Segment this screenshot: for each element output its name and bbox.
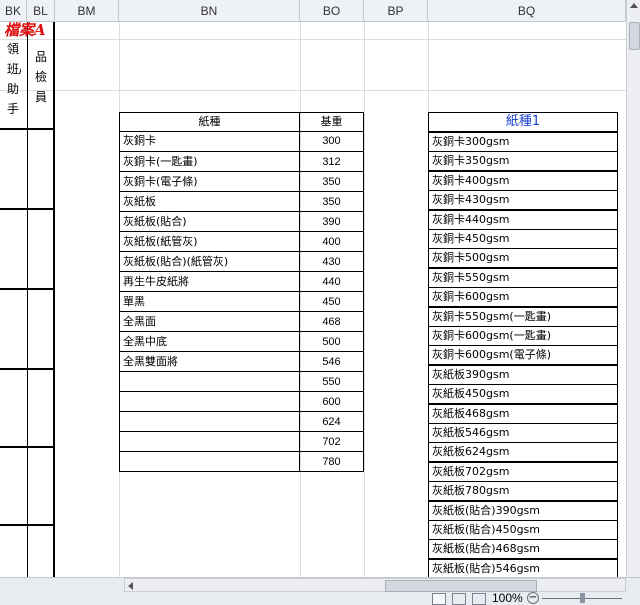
- status-bar: 100% −: [0, 577, 640, 605]
- horizontal-scrollbar[interactable]: [124, 578, 626, 592]
- table1-weight-cell: 430: [299, 251, 364, 272]
- table1-type-cell: [119, 391, 300, 412]
- table2-row: 灰銅卡350gsm: [428, 151, 618, 172]
- table1-weight-cell: 350: [299, 171, 364, 192]
- table1-header-type: 紙種: [119, 112, 300, 132]
- zoom-slider-thumb[interactable]: [580, 593, 585, 603]
- table2-row: 灰銅卡600gsm(一匙畫): [428, 326, 618, 346]
- table1-weight-cell: 468: [299, 311, 364, 332]
- table2-row: 灰銅卡400gsm: [428, 170, 618, 191]
- table1-weight-cell: 390: [299, 211, 364, 232]
- table1-weight-cell: 500: [299, 331, 364, 352]
- table1-weight-cell: 450: [299, 291, 364, 312]
- bk-merged-cell[interactable]: [0, 448, 28, 526]
- table2-row: 灰銅卡440gsm: [428, 209, 618, 230]
- table2-row: 灰銅卡600gsm: [428, 287, 618, 308]
- scroll-thumb[interactable]: [629, 22, 640, 50]
- bl-merged-cell[interactable]: [28, 290, 55, 370]
- bl-merged-cell[interactable]: [28, 130, 55, 210]
- table1-type-cell: [119, 431, 300, 452]
- bl-merged-cell[interactable]: [28, 526, 55, 577]
- table1-weight-cell: 300: [299, 131, 364, 152]
- table1-weight-cell: 702: [299, 431, 364, 452]
- table1-weight-cell: 624: [299, 411, 364, 432]
- table1-type-cell: 單黑: [119, 291, 300, 312]
- table2-row: 灰紙板450gsm: [428, 384, 618, 405]
- table2-row: 灰銅卡300gsm: [428, 132, 618, 152]
- bl-merged-cell[interactable]: [28, 448, 55, 526]
- table1-type-cell: 灰紙板(貼合)(紙管灰): [119, 251, 300, 272]
- bk-merged-cell[interactable]: [0, 130, 28, 210]
- table2-row: 灰銅卡600gsm(電子條): [428, 345, 618, 366]
- table1-type-cell: 灰銅卡(一匙畫): [119, 151, 300, 172]
- table1-weight-cell: 350: [299, 191, 364, 212]
- table2-row: 灰紙板624gsm: [428, 442, 618, 463]
- stamp-label: 檔案A: [4, 22, 46, 39]
- bl-merged-cell[interactable]: [28, 370, 55, 448]
- scroll-left-icon[interactable]: [128, 582, 133, 590]
- table2-row: 灰紙板(貼合)390gsm: [428, 500, 618, 521]
- bk-merged-cell[interactable]: [0, 370, 28, 448]
- table1-type-cell: 灰銅卡: [119, 131, 300, 152]
- col-header-bo[interactable]: BO: [300, 0, 364, 22]
- table2-header: 紙種1: [428, 112, 618, 132]
- bk-header: 領班/助手: [7, 42, 21, 116]
- vertical-scrollbar[interactable]: [626, 0, 640, 577]
- table1-type-cell: 全黑面: [119, 311, 300, 332]
- bk-merged-cell[interactable]: [0, 290, 28, 370]
- table1-type-cell: [119, 451, 300, 472]
- table2-row: 灰紙板546gsm: [428, 423, 618, 443]
- col-header-bp[interactable]: BP: [364, 0, 428, 22]
- table2-row: 灰銅卡500gsm: [428, 248, 618, 269]
- table1-header-weight: 基重: [299, 112, 364, 132]
- page-break-icon[interactable]: [472, 593, 486, 605]
- table2-row: 灰銅卡450gsm: [428, 229, 618, 249]
- table1-type-cell: 灰銅卡(電子條): [119, 171, 300, 192]
- sheet-grid[interactable]: 檔案A 領班/助手 品檢員 紙種 基重 灰銅卡300灰銅卡(一匙畫)312灰銅卡…: [0, 22, 626, 577]
- page-layout-icon[interactable]: [452, 593, 466, 605]
- table1-type-cell: 灰紙板: [119, 191, 300, 212]
- col-header-bm[interactable]: BM: [55, 0, 119, 22]
- table1-type-cell: 全黑中底: [119, 331, 300, 352]
- table1-weight-cell: 400: [299, 231, 364, 252]
- table1-weight-cell: 546: [299, 351, 364, 372]
- table2-row: 灰銅卡430gsm: [428, 190, 618, 211]
- table2-row: 灰銅卡550gsm: [428, 267, 618, 288]
- table1-weight-cell: 312: [299, 151, 364, 172]
- table1-weight-cell: 600: [299, 391, 364, 412]
- table2-row: 灰紙板702gsm: [428, 461, 618, 482]
- col-header-bn[interactable]: BN: [119, 0, 300, 22]
- table2-row: 灰銅卡550gsm(一匙畫): [428, 306, 618, 327]
- col-header-bk[interactable]: BK: [0, 0, 27, 22]
- table2-row: 灰紙板468gsm: [428, 403, 618, 424]
- table1-weight-cell: 550: [299, 371, 364, 392]
- table2-row: 灰紙板(貼合)450gsm: [428, 520, 618, 540]
- scroll-up-icon[interactable]: [630, 3, 638, 8]
- bl-merged-cell[interactable]: [28, 210, 55, 290]
- table1-type-cell: [119, 411, 300, 432]
- zoom-out-icon[interactable]: −: [527, 592, 539, 604]
- bl-header: 品檢員: [35, 50, 48, 104]
- table2-row: 灰紙板390gsm: [428, 364, 618, 385]
- table1-weight-cell: 440: [299, 271, 364, 292]
- table1-type-cell: 灰紙板(紙管灰): [119, 231, 300, 252]
- col-header-bq[interactable]: BQ: [428, 0, 626, 22]
- table2-row: 灰紙板(貼合)546gsm: [428, 558, 618, 577]
- bk-merged-cell[interactable]: [0, 210, 28, 290]
- table1-type-cell: 全黑雙面將: [119, 351, 300, 372]
- col-header-bl[interactable]: BL: [27, 0, 55, 22]
- table1-type-cell: 灰紙板(貼合): [119, 211, 300, 232]
- zoom-level[interactable]: 100%: [492, 591, 523, 605]
- table2-row: 灰紙板(貼合)468gsm: [428, 539, 618, 560]
- bk-merged-cell[interactable]: [0, 526, 28, 577]
- table1-type-cell: 再生牛皮紙將: [119, 271, 300, 292]
- table1-type-cell: [119, 371, 300, 392]
- normal-view-icon[interactable]: [432, 593, 446, 605]
- table2-row: 灰紙板780gsm: [428, 481, 618, 502]
- table1-weight-cell: 780: [299, 451, 364, 472]
